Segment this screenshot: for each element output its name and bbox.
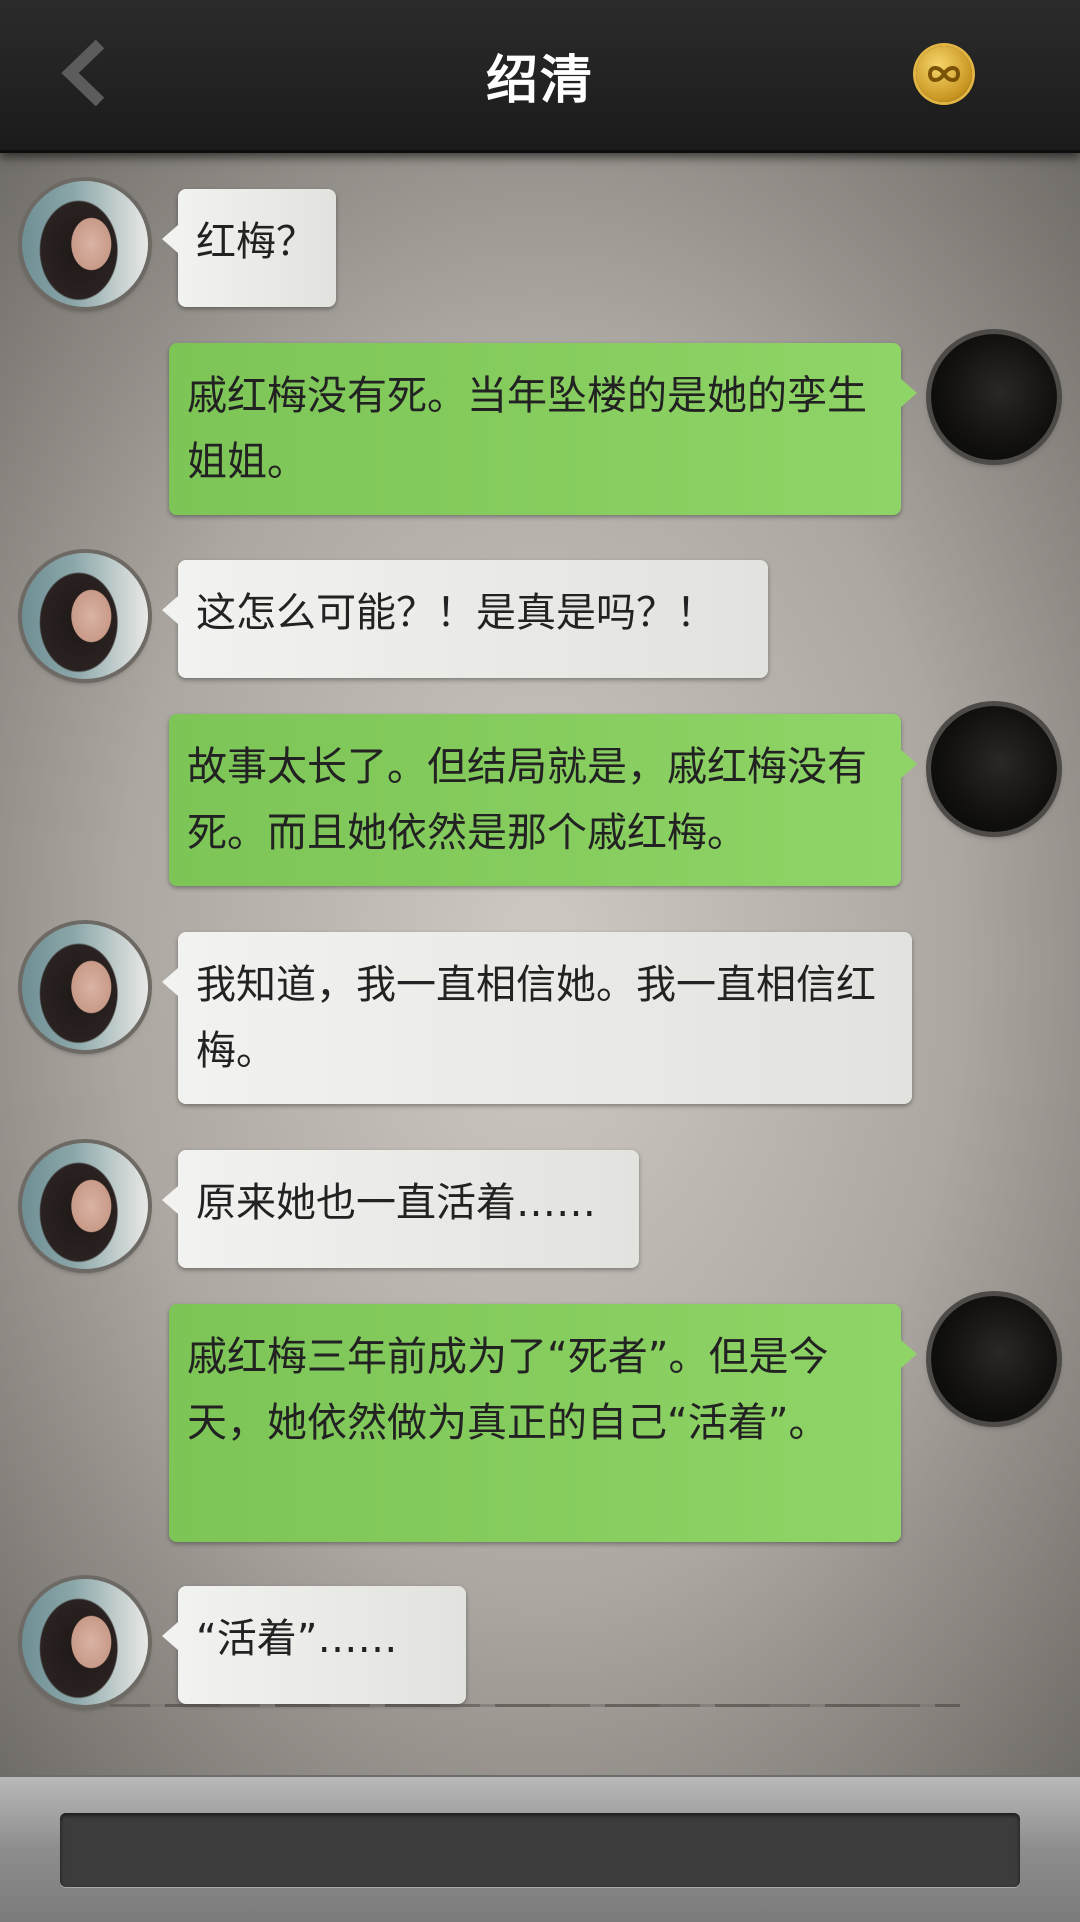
outgoing-message-bubble: 戚红梅三年前成为了“死者”。但是今天，她依然做为真正的自己“活着”。 xyxy=(169,1304,917,1542)
reply-input[interactable] xyxy=(60,1813,1020,1887)
user-avatar[interactable] xyxy=(931,334,1057,460)
outgoing-message-bubble: 戚红梅没有死。当年坠楼的是她的孪生姐姐。 xyxy=(169,343,917,515)
contact-avatar[interactable] xyxy=(22,1579,148,1705)
incoming-message-bubble: 红梅？ xyxy=(162,189,336,307)
contact-avatar[interactable] xyxy=(22,924,148,1050)
incoming-message-bubble: “活着”…… xyxy=(162,1586,466,1704)
contact-avatar[interactable] xyxy=(22,181,148,307)
title-bar: 绍清 xyxy=(0,0,1080,153)
infinity-coin-icon[interactable] xyxy=(916,46,972,102)
incoming-message-bubble: 原来她也一直活着…… xyxy=(162,1150,639,1268)
contact-avatar[interactable] xyxy=(22,1143,148,1269)
contact-avatar[interactable] xyxy=(22,553,148,679)
incoming-message-bubble: 我知道，我一直相信她。我一直相信红梅。 xyxy=(162,932,912,1104)
user-avatar[interactable] xyxy=(931,706,1057,832)
chat-area[interactable]: 红梅？ 戚红梅没有死。当年坠楼的是她的孪生姐姐。 这怎么可能？！是真是吗？！ 故… xyxy=(0,153,1080,1775)
outgoing-message-bubble: 故事太长了。但结局就是，戚红梅没有死。而且她依然是那个戚红梅。 xyxy=(169,714,917,886)
reply-bar xyxy=(0,1775,1080,1922)
incoming-message-bubble: 这怎么可能？！是真是吗？！ xyxy=(162,560,768,678)
user-avatar[interactable] xyxy=(931,1296,1057,1422)
